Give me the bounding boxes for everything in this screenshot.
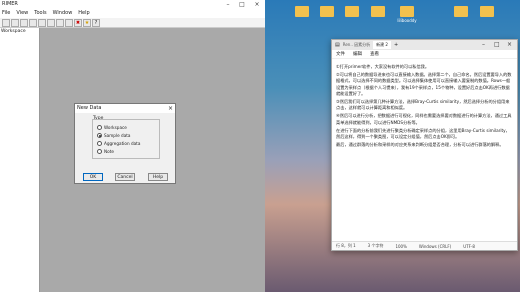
help-button[interactable]: Help	[148, 173, 168, 181]
radio-label: Note	[104, 149, 114, 154]
text-paragraph: ④然后可以进行分析，把数据进行可视化，同样也需要选择要对数据进行的计算方法，通过…	[336, 113, 512, 125]
select-icon[interactable]	[56, 18, 64, 27]
radio-note[interactable]: Note	[97, 149, 114, 154]
desktop-folder-4[interactable]	[366, 6, 390, 18]
folder-icon	[400, 6, 414, 17]
cut-icon[interactable]	[29, 18, 37, 27]
notepad-text-area[interactable]: ①打开primer软件，大家没有软件的可以私信我。 ②可以将自己的数据导进来也可…	[336, 64, 512, 241]
save-icon[interactable]	[20, 18, 28, 27]
tab-1[interactable]: Ren.. 因素分析	[343, 42, 370, 48]
new-icon[interactable]	[2, 18, 10, 27]
tab-2[interactable]: 新建 2	[373, 41, 391, 49]
radio-label: Sample data	[104, 133, 131, 138]
status-chars: 3 个字符	[367, 243, 384, 248]
folder-icon	[295, 6, 309, 17]
minimize-icon[interactable]: –	[222, 0, 234, 9]
radio-label: Workspace	[104, 125, 127, 130]
maximize-icon[interactable]: □	[494, 41, 500, 48]
delete-icon[interactable]: ✖	[74, 18, 82, 27]
app-toolbar: ✖ ★ ?	[0, 18, 265, 28]
radio-icon	[97, 125, 102, 130]
text-paragraph: 最后，通过群落的分析和采样的对应关系来判断分组是否合理，分析可以进行群落的解释。	[336, 142, 504, 148]
copy-icon[interactable]	[38, 18, 46, 27]
app-menubar: File View Tools Window Help	[0, 9, 265, 18]
status-zoom: 100%	[395, 243, 407, 249]
grid-icon[interactable]	[65, 18, 73, 27]
text-paragraph: ③然后我们可以选择第几种计算方法，选择Bray-Curtis similarit…	[336, 99, 510, 111]
text-paragraph: ②可以将自己的数据导进来也可以直接输入数据。选择第二个，自己命名。然后设置要导入…	[336, 72, 512, 96]
desktop-folder-2[interactable]	[315, 6, 339, 18]
new-data-dialog: New Data × Type Workspace Sample data Ag…	[74, 103, 176, 184]
menu-file[interactable]: 文件	[336, 51, 345, 57]
close-icon[interactable]: ×	[251, 0, 263, 9]
app-titlebar: RIMER – □ ×	[0, 0, 265, 9]
desktop-folder-7[interactable]	[475, 6, 499, 18]
dialog-title: New Data	[77, 105, 102, 111]
radio-workspace[interactable]: Workspace	[97, 125, 127, 130]
run-icon[interactable]: ★	[83, 18, 91, 27]
menu-help[interactable]: Help	[78, 9, 89, 18]
cancel-button[interactable]: Cancel	[115, 173, 135, 181]
menu-tools[interactable]: Tools	[34, 9, 46, 18]
desktop-folder-1[interactable]	[290, 6, 314, 18]
radio-aggregation-data[interactable]: Aggregation data	[97, 141, 140, 146]
help-icon[interactable]: ?	[92, 18, 100, 27]
minimize-icon[interactable]: –	[482, 41, 485, 48]
type-group: Workspace Sample data Aggregation data N…	[92, 119, 160, 159]
workspace-tree[interactable]: Workspace	[0, 28, 40, 292]
text-paragraph: 在进行下面的分析前我们先进行聚类分析确定采样点的分组，这里用Bray-Curti…	[336, 127, 510, 140]
desktop-folder-6[interactable]	[449, 6, 473, 18]
desktop-folder-5[interactable]: lilibooddy	[395, 6, 419, 23]
text-paragraph: ①打开primer软件，大家没有软件的可以私信我。	[336, 64, 430, 69]
menu-edit[interactable]: 编辑	[353, 51, 362, 57]
radio-selected-icon	[97, 133, 102, 138]
radio-icon	[97, 149, 102, 154]
radio-label: Aggregation data	[104, 141, 141, 146]
desktop-folder-3[interactable]	[340, 6, 364, 18]
folder-icon	[454, 6, 468, 17]
notepad-menubar: 文件 编辑 查看	[332, 50, 517, 59]
folder-icon	[480, 6, 494, 17]
screen: RIMER – □ × File View Tools Window Help …	[0, 0, 520, 292]
status-lineending: Windows (CRLF)	[418, 243, 452, 249]
maximize-icon[interactable]: □	[236, 0, 248, 9]
menu-view[interactable]: 查看	[370, 51, 379, 57]
folder-icon	[320, 6, 334, 17]
status-encoding: UTF-8	[463, 243, 475, 249]
radio-icon	[97, 141, 102, 146]
new-tab-icon[interactable]: +	[394, 42, 398, 48]
folder-icon	[345, 6, 359, 17]
notepad-window: ▤ Ren.. 因素分析 新建 2 + – □ × 文件 编辑 查看 ①打开pr…	[331, 39, 518, 251]
menu-file[interactable]: File	[2, 9, 10, 18]
open-icon[interactable]	[11, 18, 19, 27]
close-icon[interactable]: ×	[507, 41, 512, 48]
menu-view[interactable]: View	[16, 9, 28, 18]
notepad-statusbar: 行 8，列 1 3 个字符 100% Windows (CRLF) UTF-8	[332, 241, 517, 250]
notepad-tabs: ▤ Ren.. 因素分析 新建 2 + – □ ×	[332, 40, 517, 50]
status-position: 行 8，列 1	[336, 243, 356, 248]
dialog-close-icon[interactable]: ×	[168, 104, 173, 113]
app-title: RIMER	[2, 1, 18, 7]
folder-icon	[371, 6, 385, 17]
ok-button[interactable]: OK	[83, 173, 103, 181]
radio-sample-data[interactable]: Sample data	[97, 133, 130, 138]
workspace-node[interactable]: Workspace	[1, 29, 26, 34]
menu-window[interactable]: Window	[53, 9, 73, 18]
paste-icon[interactable]	[47, 18, 55, 27]
dialog-titlebar: New Data ×	[75, 104, 175, 113]
notepad-icon: ▤	[335, 42, 340, 48]
